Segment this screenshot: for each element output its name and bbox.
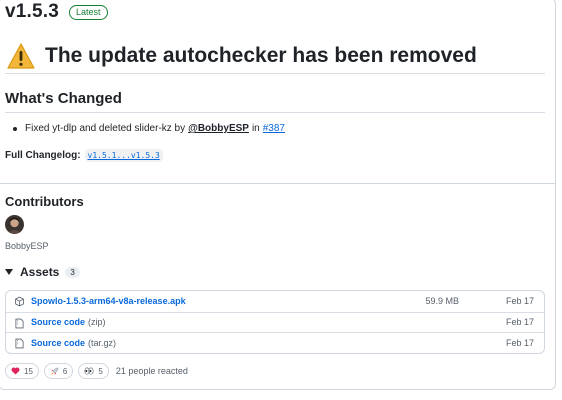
reactions-summary[interactable]: 21 people reacted xyxy=(116,366,188,376)
assets-heading: Assets xyxy=(20,265,60,279)
asset-row: Source code (tar.gz) Feb 17 xyxy=(6,332,544,353)
bullet xyxy=(13,126,17,131)
package-icon xyxy=(15,296,24,307)
asset-link[interactable]: Source code (tar.gz) xyxy=(31,338,116,348)
change-text: Fixed yt-dlp and deleted slider-kz by xyxy=(25,123,186,134)
warning-icon xyxy=(7,43,35,69)
reaction-heart-button[interactable]: 15 xyxy=(5,363,39,379)
contributor-name[interactable]: BobbyESP xyxy=(5,241,49,251)
reactions-bar: 15 6 5 21 people reacted xyxy=(5,363,188,379)
asset-date: Feb 17 xyxy=(505,337,534,348)
asset-size: 59.9 MB xyxy=(425,296,459,307)
asset-row: Source code (zip) Feb 17 xyxy=(6,311,544,333)
asset-link[interactable]: Spowlo-1.5.3-arm64-v8a-release.apk xyxy=(31,296,186,306)
headline-text: The update autochecker has been removed xyxy=(45,44,477,67)
release-version[interactable]: v1.5.3 xyxy=(5,1,59,23)
full-changelog: Full Changelog: v1.5.1...v1.5.3 xyxy=(5,149,163,162)
eyes-icon xyxy=(84,367,94,375)
changelog-label: Full Changelog: xyxy=(5,150,81,161)
issue-link[interactable]: #387 xyxy=(263,123,285,134)
asset-link[interactable]: Source code (zip) xyxy=(31,317,106,327)
rocket-icon xyxy=(50,367,59,375)
reaction-count: 6 xyxy=(62,366,68,376)
release-body: v1.5.3 Latest The update autochecker has… xyxy=(0,0,555,184)
asset-date: Feb 17 xyxy=(505,317,534,328)
release-card: v1.5.3 Latest The update autochecker has… xyxy=(0,0,556,390)
assets-count-badge: 3 xyxy=(65,266,80,278)
reaction-eyes-button[interactable]: 5 xyxy=(78,363,109,379)
asset-name: Source code xyxy=(31,337,86,348)
reaction-count: 5 xyxy=(98,366,103,376)
asset-name: Source code xyxy=(31,317,86,328)
contributor-avatar[interactable] xyxy=(5,215,24,234)
divider xyxy=(5,73,545,74)
asset-row: Spowlo-1.5.3-arm64-v8a-release.apk 59.9 … xyxy=(6,291,544,312)
assets-list: Spowlo-1.5.3-arm64-v8a-release.apk 59.9 … xyxy=(5,290,545,354)
reaction-count: 15 xyxy=(24,366,33,376)
change-in-text: in xyxy=(251,123,260,134)
asset-kind: (zip) xyxy=(88,317,106,328)
asset-name: Spowlo-1.5.3-arm64-v8a-release.apk xyxy=(31,296,186,307)
latest-badge: Latest xyxy=(69,4,108,20)
file-zip-icon xyxy=(15,318,24,328)
heart-icon xyxy=(11,367,20,375)
change-list-item: Fixed yt-dlp and deleted slider-kz by @B… xyxy=(13,123,285,134)
divider xyxy=(5,112,545,113)
file-zip-icon xyxy=(15,338,24,349)
asset-kind: (tar.gz) xyxy=(88,337,117,348)
user-mention-link[interactable]: @BobbyESP xyxy=(188,123,249,134)
assets-toggle[interactable]: Assets 3 xyxy=(5,265,80,279)
whats-changed-heading: What's Changed xyxy=(5,90,122,107)
release-header: v1.5.3 Latest xyxy=(5,1,108,23)
avatar-image xyxy=(5,215,24,234)
reaction-rocket-button[interactable]: 6 xyxy=(43,363,74,379)
caret-down-icon xyxy=(5,269,13,275)
release-headline: The update autochecker has been removed xyxy=(7,43,477,69)
contributors-heading: Contributors xyxy=(5,194,84,209)
asset-date: Feb 17 xyxy=(505,296,534,307)
changelog-compare-link[interactable]: v1.5.1...v1.5.3 xyxy=(84,149,163,162)
